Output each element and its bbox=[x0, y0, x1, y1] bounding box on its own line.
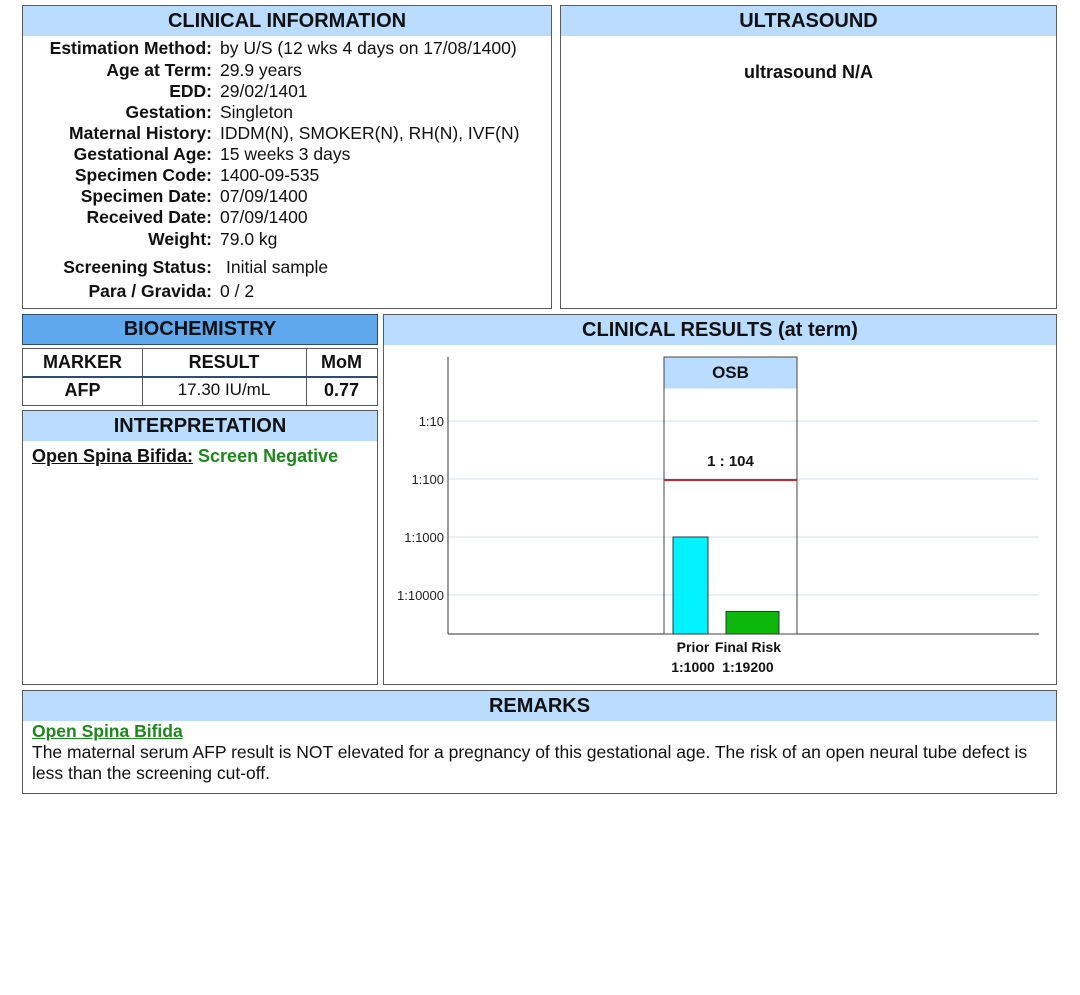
mom-cell: 0.77 bbox=[323, 380, 360, 400]
biochemistry-title: BIOCHEMISTRY bbox=[23, 315, 377, 344]
ci-label: Weight: bbox=[148, 229, 212, 249]
ci-value: 29.9 years bbox=[220, 60, 302, 80]
value-label: 1:1000 bbox=[671, 659, 715, 675]
ci-label: Gestation: bbox=[125, 102, 212, 122]
ci-value: 07/09/1400 bbox=[220, 207, 308, 227]
ci-row: Gestational Age: 15 weeks 3 days bbox=[23, 144, 551, 165]
para-gravida-label: Para / Gravida: bbox=[88, 281, 212, 301]
ultrasound-text: ultrasound N/A bbox=[744, 62, 873, 82]
ci-row: Estimation Method: by U/S (12 wks 4 days … bbox=[23, 38, 551, 59]
remarks-title: REMARKS bbox=[23, 691, 1056, 721]
ci-row: Maternal History: IDDM(N), SMOKER(N), RH(… bbox=[23, 123, 551, 144]
biochemistry-header: BIOCHEMISTRY bbox=[22, 314, 378, 345]
clinical-results-title: CLINICAL RESULTS (at term) bbox=[384, 315, 1056, 345]
ci-label: Received Date: bbox=[86, 207, 212, 227]
result-header: RESULT bbox=[188, 352, 260, 372]
ultrasound-title: ULTRASOUND bbox=[561, 6, 1056, 36]
y-tick-label: 1:10 bbox=[419, 414, 444, 429]
screening-status-row: Screening Status: Initial sample bbox=[23, 257, 551, 278]
ci-label: Gestational Age: bbox=[73, 144, 212, 164]
ci-value: IDDM(N), SMOKER(N), RH(N), IVF(N) bbox=[220, 123, 520, 143]
clinical-information-title: CLINICAL INFORMATION bbox=[23, 6, 551, 36]
mom-header: MoM bbox=[321, 352, 362, 372]
category-label: Prior bbox=[677, 639, 710, 655]
ci-value: 79.0 kg bbox=[220, 229, 278, 249]
interpretation-label: Open Spina Bifida: bbox=[32, 446, 194, 466]
ci-row: Received Date: 07/09/1400 bbox=[23, 207, 551, 228]
y-tick-label: 1:100 bbox=[411, 472, 444, 487]
screening-status-label: Screening Status: bbox=[63, 257, 212, 277]
ci-row: Specimen Code: 1400-09-535 bbox=[23, 165, 551, 186]
bar-prior bbox=[672, 536, 709, 635]
ci-row: Age at Term: 29.9 years bbox=[23, 60, 551, 81]
value-label: 1:19200 bbox=[722, 659, 774, 675]
ci-value: 15 weeks 3 days bbox=[220, 144, 351, 164]
ci-row: EDD: 29/02/1401 bbox=[23, 81, 551, 102]
ci-value: 29/02/1401 bbox=[220, 81, 308, 101]
interpretation-line: Open Spina Bifida: Screen Negative bbox=[32, 446, 338, 467]
ci-label: Specimen Date: bbox=[80, 186, 212, 206]
ci-label: Maternal History: bbox=[69, 123, 212, 143]
ci-value: Singleton bbox=[220, 102, 293, 122]
risk-chart: 1:10 1:100 1:1000 1:10000 OSB 1 : 104 Prior 1:1… bbox=[397, 356, 1039, 675]
clinical-results-panel: CLINICAL RESULTS (at term) 1:10 1:100 1:10… bbox=[383, 314, 1057, 685]
y-tick-label: 1:1000 bbox=[404, 530, 444, 545]
interpretation-title: INTERPRETATION bbox=[23, 411, 377, 441]
ci-label: Age at Term: bbox=[106, 60, 212, 80]
y-tick-label: 1:10000 bbox=[397, 588, 444, 603]
clinical-information-panel: CLINICAL INFORMATION Estimation Method: b… bbox=[22, 5, 552, 309]
remarks-text: The maternal serum AFP result is NOT ele… bbox=[32, 742, 1028, 783]
ci-value: by U/S (12 wks 4 days on 17/08/1400) bbox=[220, 38, 517, 58]
ci-row: Weight: 79.0 kg bbox=[23, 229, 551, 250]
marker-cell: AFP bbox=[64, 380, 101, 400]
para-gravida-row: Para / Gravida: 0 / 2 bbox=[23, 281, 551, 302]
ci-value: 1400-09-535 bbox=[220, 165, 320, 185]
marker-header: MARKER bbox=[43, 352, 122, 372]
ci-label: Specimen Code: bbox=[74, 165, 212, 185]
ci-row: Specimen Date: 07/09/1400 bbox=[23, 186, 551, 207]
ultrasound-panel: ULTRASOUND ultrasound N/A bbox=[560, 5, 1057, 309]
category-label: Final Risk bbox=[715, 639, 781, 655]
result-cell: 17.30 IU/mL bbox=[177, 380, 271, 399]
para-gravida-value: 0 / 2 bbox=[220, 281, 255, 301]
interpretation-result: Screen Negative bbox=[198, 446, 339, 466]
cutoff-label: 1 : 104 bbox=[707, 453, 754, 470]
interpretation-panel: INTERPRETATION Open Spina Bifida: Screen… bbox=[22, 410, 378, 685]
remarks-heading[interactable]: Open Spina Bifida bbox=[32, 721, 1044, 742]
remarks-panel: REMARKS Open Spina Bifida The maternal s… bbox=[22, 690, 1057, 794]
biochemistry-table: MARKER RESULT MoM AFP 17.30 IU/mL 0.77 bbox=[22, 348, 378, 406]
table-divider bbox=[23, 376, 377, 378]
ci-label: EDD: bbox=[169, 81, 212, 101]
screening-status-value: Initial sample bbox=[226, 257, 329, 277]
ci-label: Estimation Method: bbox=[49, 38, 212, 58]
remarks-body: Open Spina Bifida The maternal serum AFP… bbox=[32, 721, 1044, 784]
ci-value: 07/09/1400 bbox=[220, 186, 308, 206]
bar-final-risk bbox=[725, 610, 780, 635]
ci-row: Gestation: Singleton bbox=[23, 102, 551, 123]
osb-group-label: OSB bbox=[712, 363, 749, 382]
